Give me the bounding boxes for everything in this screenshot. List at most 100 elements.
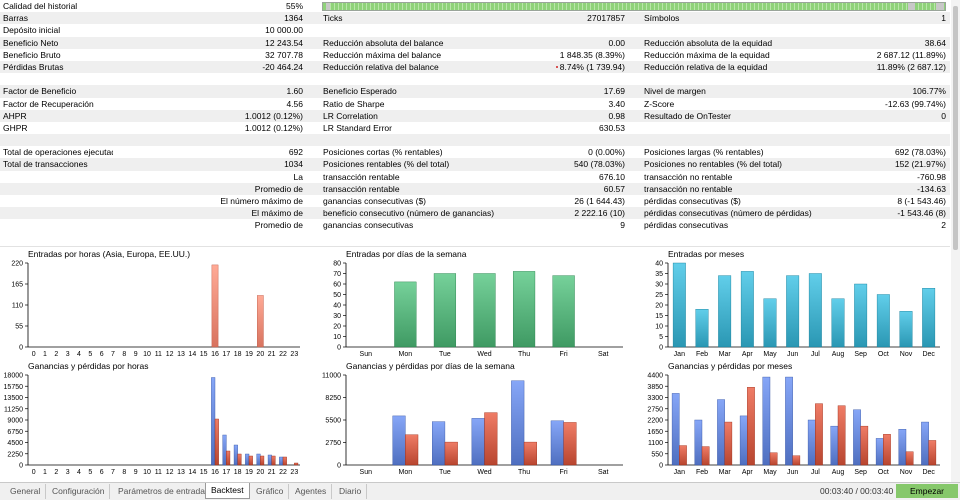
label-2: Posiciones cortas (% rentables) [323,147,443,158]
y-tick-label: 550 [651,451,663,458]
tab-configuraci-n[interactable]: Configuración [47,484,111,499]
y-tick-label: 0 [659,345,663,352]
y-tick-label: 11000 [322,373,341,380]
y-tick-label: 50 [333,292,341,299]
scrollbar-thumb[interactable] [953,6,958,250]
chart-pl-hours: Ganancias y pérdidas por horas 18000 1575… [0,361,305,479]
bar [282,456,287,466]
label-1: Factor de Beneficio [3,86,77,97]
chart-svg: 4400 3850 3300 2750 2200 1650 1100 550 0 Jan Feb Ma… [647,373,940,476]
label-2: transacción rentable [323,183,400,194]
value-1: -20 464.24 [262,61,303,72]
quality-label: Calidad del historial [3,1,78,11]
tab-gr-fico[interactable]: Gráfico [251,484,290,499]
y-tick-label: 20 [333,324,341,331]
value-2: 676.10 [599,171,625,182]
bar [267,454,272,466]
value-3: 8 (-1 543.46) [897,196,946,206]
label-2: transacción rentable [323,171,400,182]
bar [484,412,498,466]
label-3: Nivel de margen [644,86,706,97]
value-3: 38.64 [924,37,946,48]
y-tick-label: 220 [11,261,23,268]
tab-general[interactable]: General [5,484,47,499]
value-1: 12 243.54 [265,37,303,48]
report-row: AHPR 1.0012 (0.12%) LR Correlation 0.98 Resu… [0,109,950,122]
y-tick-label: 8250 [325,395,341,402]
y-tick-label: 3300 [647,395,663,402]
bar [392,415,406,466]
bar [717,399,725,466]
label-2: Reducción relativa del balance [323,61,439,72]
bar [257,295,264,348]
vertical-scrollbar[interactable] [951,0,960,482]
label-2: LR Correlation [323,110,378,121]
y-tick-label: 10 [655,324,663,331]
bar [511,380,525,466]
bar [260,455,265,466]
x-tick-label: May [763,469,777,476]
y-tick-label: 80 [333,261,341,268]
x-tick-label: 0 [32,469,36,476]
value-2: 0 (0.00%) [588,147,625,158]
y-tick-label: 2250 [7,451,23,458]
bar [672,262,686,348]
x-tick-label: 5 [88,351,92,358]
bar [763,298,777,348]
value-2: 26 (1 644.43) [574,196,625,206]
x-tick-label: 9 [134,351,138,358]
y-tick-label: 25 [655,292,663,299]
value-3: 692 (78.03%) [894,147,946,158]
bar [830,425,839,466]
value-3: -12.63 (99.74%) [885,98,946,109]
start-button[interactable]: Empezar [896,484,958,498]
label-1: Beneficio Bruto [3,49,61,60]
tab-backtest[interactable]: Backtest [205,483,250,499]
label-1: Barras [3,13,29,24]
report-row [0,73,950,85]
label-3: pérdidas consecutivas ($) [644,196,741,206]
bar [785,376,793,466]
x-tick-label: Nov [900,351,913,358]
label-3: Símbolos [644,13,680,24]
bar [808,273,822,348]
value-2: 0.00 [608,37,625,48]
value-3: -760.98 [917,171,946,182]
bar [853,409,861,466]
report-row: GHPR 1.0012 (0.12%) LR Standard Error 630.5… [0,122,950,134]
bar [724,421,733,466]
bar [899,311,913,348]
bar [854,283,868,348]
y-tick-label: 5500 [325,418,341,425]
y-tick-label: 0 [19,345,23,352]
x-tick-label: Mon [399,469,413,476]
bar [679,445,687,466]
label-2: LR Standard Error [323,122,392,133]
label-3: Reducción máxima de la equidad [644,49,770,60]
x-tick-label: 17 [222,469,230,476]
x-tick-label: 12 [166,469,174,476]
value-3: 11.89% (2 687.12) [876,61,946,72]
x-tick-label: Jul [811,469,820,476]
tab-agentes[interactable]: Agentes [290,484,333,499]
report-row: Factor de Beneficio 1.60 Beneficio Esperad… [0,85,950,98]
bar [875,438,884,466]
bar [769,452,778,466]
tab-diario[interactable]: Diario [334,484,368,499]
report-row: Promedio de transacción rentable 60.57 tran… [0,182,950,195]
report-row: Total de transacciones 1034 Posiciones ren… [0,158,950,171]
quality-gap [907,3,916,10]
y-tick-label: 2750 [325,440,341,447]
tab-par-metros-de-entrada[interactable]: Parámetros de entrada [113,484,211,499]
value-2: 540 (78.03%) [573,159,625,170]
bar [211,377,216,466]
label-1: AHPR [3,110,27,121]
bar [444,441,458,466]
bar [740,271,754,348]
x-tick-label: 22 [279,351,287,358]
x-tick-label: 19 [245,469,253,476]
bar [671,393,680,466]
y-tick-label: 1100 [648,440,663,447]
report-row: Barras 1364 Ticks 27017857 Símbolos 1 [0,12,950,25]
x-tick-label: Tue [439,469,451,476]
